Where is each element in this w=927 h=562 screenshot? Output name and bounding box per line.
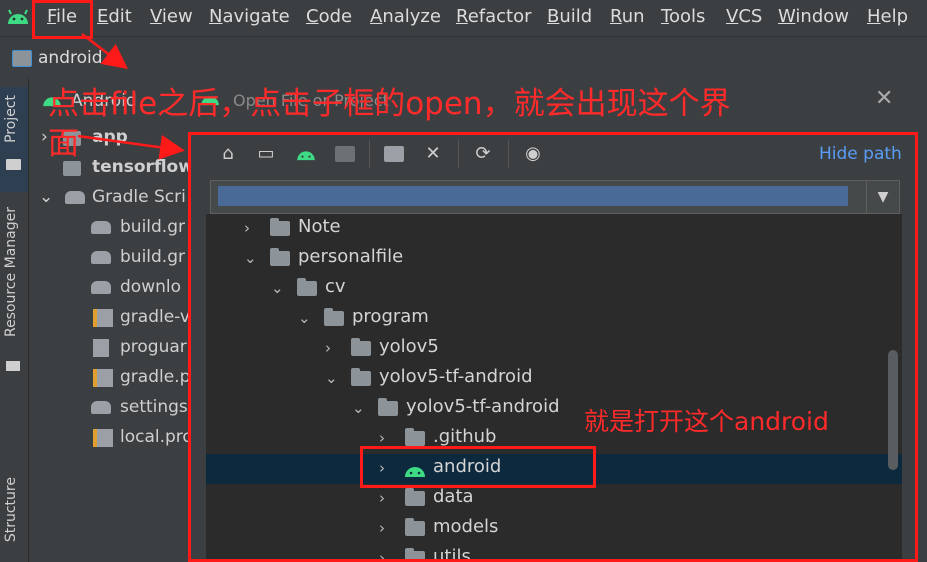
annotation-top-line1: 点击file之后，点击子框的open，就会出现这个界 — [48, 86, 731, 122]
arrow-to-file-menu — [81, 33, 128, 70]
annotation-side-text: 就是打开这个android — [584, 407, 829, 436]
arrow-to-dialog — [77, 134, 185, 160]
annotation-top-line2: 面 — [48, 126, 79, 162]
